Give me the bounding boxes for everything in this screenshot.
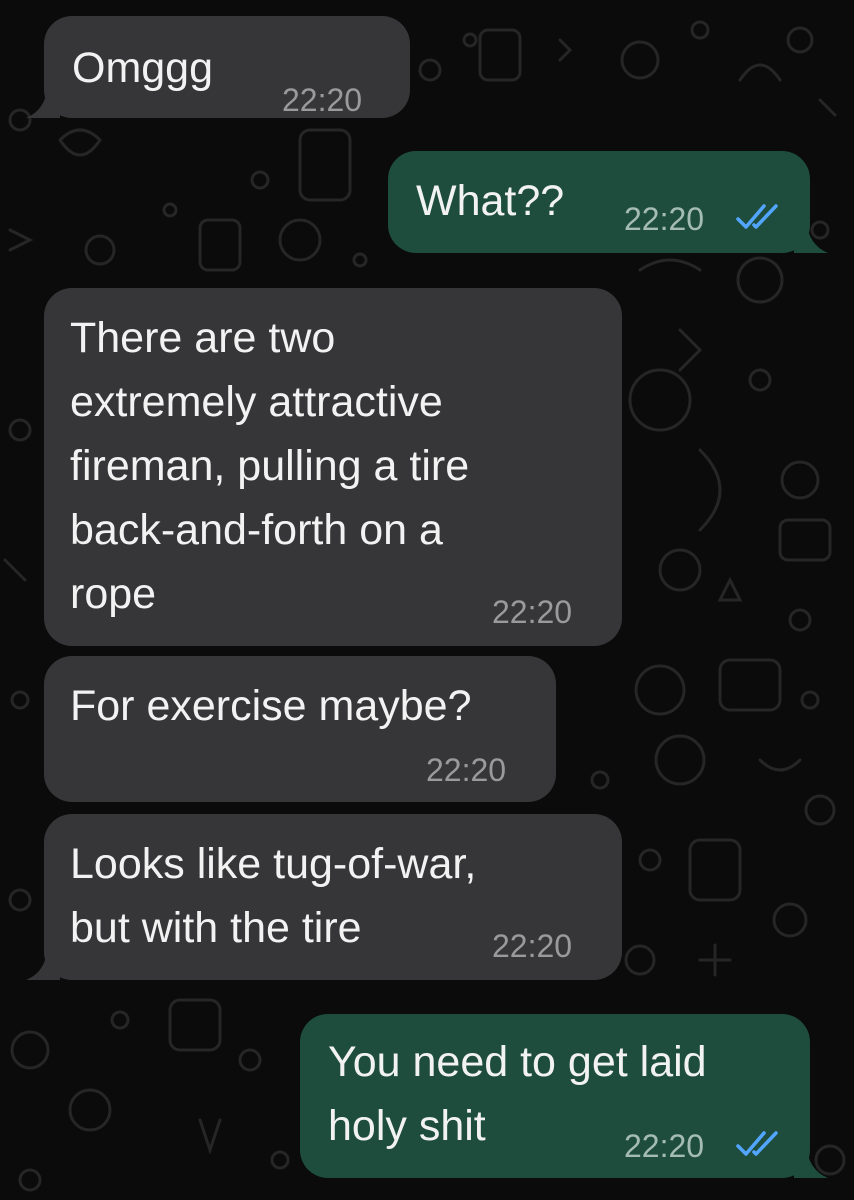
outgoing-message[interactable]: What?? 22:20	[388, 151, 828, 253]
bubble-tail	[26, 84, 60, 118]
incoming-message[interactable]: For exercise maybe? 22:20	[44, 656, 556, 802]
incoming-message[interactable]: Omggg 22:20	[26, 16, 410, 118]
message-time: 22:20	[282, 82, 363, 118]
message-time: 22:20	[492, 594, 573, 630]
message-text: Looks like tug-of-war, but with the tire	[70, 840, 477, 952]
read-ticks-icon	[736, 1131, 778, 1156]
incoming-message[interactable]: There are two extremely attractive firem…	[44, 288, 622, 646]
message-text: For exercise maybe?	[70, 682, 472, 730]
read-ticks-icon	[736, 204, 778, 229]
bubble-tail	[794, 1144, 828, 1178]
message-list[interactable]: Omggg 22:20 What?? 22:20 There are two e…	[0, 0, 854, 1200]
message-time: 22:20	[426, 752, 507, 788]
bubble-tail	[794, 219, 828, 253]
message-text: Omggg	[72, 44, 214, 92]
incoming-message[interactable]: Looks like tug-of-war, but with the tire…	[26, 814, 622, 980]
message-text: There are two extremely attractive firem…	[70, 314, 470, 618]
message-time: 22:20	[624, 1128, 705, 1164]
bubble-tail	[26, 946, 60, 980]
message-text: What??	[416, 177, 565, 225]
message-time: 22:20	[624, 201, 705, 237]
outgoing-message[interactable]: You need to get laid holy shit 22:20	[300, 1014, 828, 1178]
message-time: 22:20	[492, 928, 573, 964]
